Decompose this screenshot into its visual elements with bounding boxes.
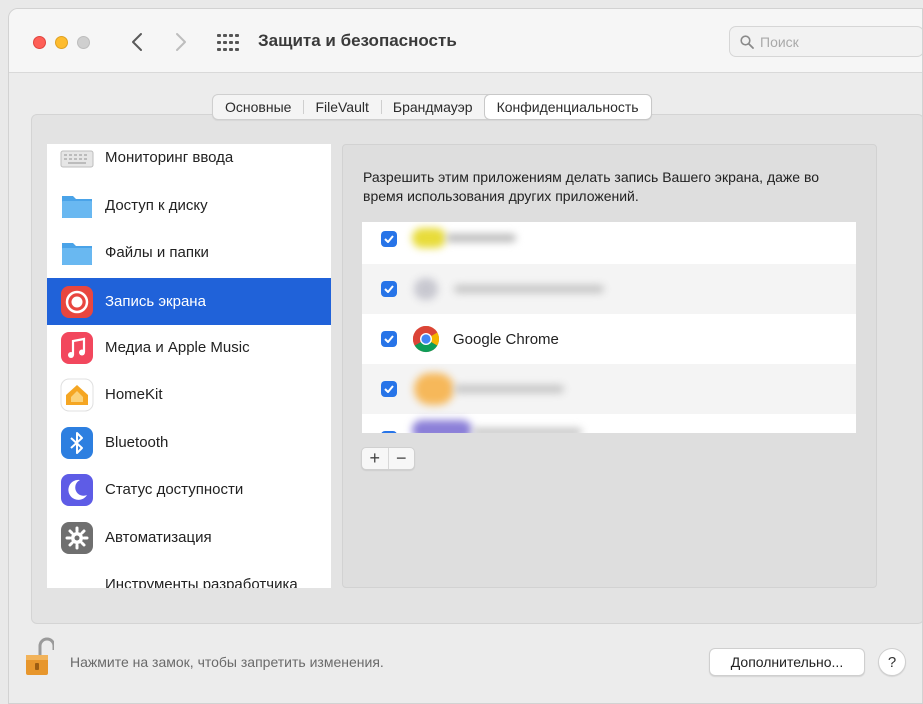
screen-record-icon [61, 285, 93, 318]
blurred-app-icon [414, 278, 438, 300]
app-permission-list[interactable]: Google Chrome [362, 222, 856, 433]
window-title: Защита и безопасность [258, 31, 457, 50]
sidebar-item-disk-access[interactable]: Доступ к диску [47, 182, 331, 229]
app-row-google-chrome[interactable]: Google Chrome [362, 314, 856, 364]
sidebar-item-homekit[interactable]: HomeKit [47, 371, 331, 418]
tab-privacy[interactable]: Конфиденциальность [484, 95, 651, 119]
sidebar-item-developer-tools[interactable]: Инструменты разработчика [47, 561, 331, 588]
toolbar: Защита и безопасность [9, 9, 922, 73]
sidebar-item-label: Файлы и папки [105, 244, 209, 261]
app-name: Google Chrome [453, 330, 559, 348]
sidebar-item-label: Инструменты разработчика [105, 576, 298, 588]
zoom-window-button[interactable] [77, 36, 90, 49]
advanced-button[interactable]: Дополнительно... [709, 648, 865, 676]
permission-description: Разрешить этим приложениям делать запись… [363, 169, 820, 204]
chevron-left-icon [132, 33, 142, 51]
checkmark-icon [384, 285, 394, 293]
minimize-window-button[interactable] [55, 36, 68, 49]
blurred-app-name [446, 234, 516, 242]
chevron-right-icon [176, 33, 186, 51]
close-window-button[interactable] [33, 36, 46, 49]
help-button[interactable]: ? [878, 648, 906, 676]
show-all-grid-icon[interactable] [217, 34, 239, 51]
sidebar-item-files-folders[interactable]: Файлы и папки [47, 229, 331, 276]
sidebar-item-label: Статус доступности [105, 481, 244, 498]
blurred-app-icon [412, 420, 472, 433]
sidebar-item-focus-status[interactable]: Статус доступности [47, 466, 331, 513]
app-row[interactable] [362, 222, 856, 264]
sidebar-item-screen-recording[interactable]: Запись экрана [47, 278, 331, 325]
app-checkbox[interactable] [381, 281, 397, 297]
blurred-app-name [454, 285, 604, 293]
blurred-app-icon [412, 228, 446, 248]
sidebar-item-label: Автоматизация [105, 529, 212, 546]
sidebar-item-input-monitoring[interactable]: Мониторинг ввода [47, 144, 331, 181]
search-input[interactable] [760, 33, 900, 50]
tab-firewall[interactable]: Брандмауэр [380, 95, 485, 119]
tab-general[interactable]: Основные [213, 95, 303, 119]
sidebar-item-bluetooth[interactable]: Bluetooth [47, 419, 331, 466]
home-icon [60, 378, 94, 411]
sidebar-item-label: Запись экрана [105, 293, 206, 310]
sidebar-item-label: Bluetooth [105, 434, 169, 451]
app-row[interactable] [362, 414, 856, 433]
checkmark-icon [384, 385, 394, 393]
sidebar-item-media-music[interactable]: Медиа и Apple Music [47, 324, 331, 371]
unlocked-padlock-icon[interactable] [24, 636, 54, 678]
app-checkbox[interactable] [381, 331, 397, 347]
folder-icon [62, 242, 92, 265]
bluetooth-icon [61, 426, 93, 459]
back-button[interactable] [125, 28, 149, 56]
checkmark-icon [384, 235, 394, 243]
checkmark-icon [384, 335, 394, 343]
chrome-icon [412, 325, 440, 353]
sidebar-item-label: Доступ к диску [105, 197, 208, 214]
forward-button[interactable] [169, 28, 193, 56]
folder-icon [62, 195, 92, 218]
blurred-app-name [454, 385, 564, 393]
music-icon [61, 331, 93, 364]
privacy-category-list[interactable]: Мониторинг ввода Доступ к диску Файлы и … [47, 144, 331, 588]
sidebar-item-label: HomeKit [105, 386, 163, 403]
add-app-button[interactable]: + [362, 448, 388, 469]
app-row[interactable] [362, 364, 856, 414]
blurred-app-name [472, 428, 582, 433]
sidebar-item-label: Медиа и Apple Music [105, 339, 250, 356]
search-icon [740, 34, 754, 49]
tab-bar: Основные FileVault Брандмауэр Конфиденци… [212, 94, 652, 120]
moon-icon [61, 473, 93, 506]
gear-icon [61, 521, 93, 554]
search-field[interactable] [729, 26, 922, 57]
add-remove-controls: + − [361, 447, 415, 470]
app-checkbox[interactable] [381, 381, 397, 397]
remove-app-button[interactable]: − [387, 448, 415, 469]
sidebar-item-automation[interactable]: Автоматизация [47, 514, 331, 561]
app-row[interactable] [362, 264, 856, 314]
blurred-app-icon [414, 373, 454, 405]
keyboard-icon [60, 150, 94, 167]
app-checkbox[interactable] [381, 231, 397, 247]
tab-filevault[interactable]: FileVault [303, 95, 380, 119]
sidebar-item-label: Мониторинг ввода [105, 149, 234, 166]
app-checkbox[interactable] [381, 431, 397, 433]
lock-hint-text: Нажмите на замок, чтобы запретить измене… [70, 654, 384, 670]
